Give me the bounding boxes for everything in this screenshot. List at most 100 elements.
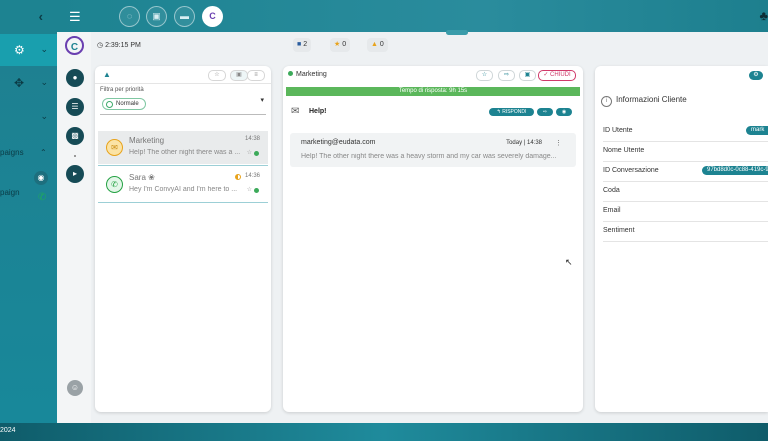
comments-count: 2 xyxy=(303,41,308,48)
warnings-badge[interactable]: ▲ 0 xyxy=(367,38,388,52)
sidebar-item-move[interactable]: ✥ ⌄ xyxy=(0,67,57,99)
chevron-left-icon[interactable]: ‹ xyxy=(39,9,43,24)
divider xyxy=(98,202,268,203)
headset-icon[interactable]: ◌ xyxy=(119,6,140,27)
sidebar-item-active[interactable]: ⚙ ⌄ xyxy=(0,34,57,66)
field-label: Sentiment xyxy=(603,227,635,234)
field-label: ID Utente xyxy=(603,127,633,134)
field-row: ID Utente mark xyxy=(603,121,768,142)
field-row: Coda xyxy=(603,181,768,202)
list-icon[interactable]: ☰ xyxy=(66,98,84,116)
sidebar-campaign-item[interactable]: paign xyxy=(0,188,20,197)
globe-settings-icon: ⚙ xyxy=(14,43,25,57)
reply-button[interactable]: ↰ RISPONDI xyxy=(489,108,534,116)
field-label: ID Conversazione xyxy=(603,167,659,174)
conversation-list-panel: ▲ ☆ ▣ ≡ Filtra per priorità Normale ▾ ✉ … xyxy=(95,66,271,412)
document-icon[interactable]: ▣ xyxy=(146,6,167,27)
envelope-icon: ✉ xyxy=(291,106,300,117)
list-item[interactable]: ✉ Marketing 14:38 Help! The other night … xyxy=(98,131,268,164)
response-time-bar: Tempo di risposta: 9h 15s xyxy=(286,87,580,96)
message-card[interactable]: marketing@eudata.com Today | 14:38 ⋮ Hel… xyxy=(290,133,576,167)
settings-icon[interactable]: ⚙ xyxy=(749,71,763,80)
chevron-down-icon: ⌄ xyxy=(40,77,48,87)
bell-icon[interactable]: ♣ xyxy=(759,8,768,23)
mouse-cursor-icon: ↖ xyxy=(565,257,573,267)
dropdown-arrow-icon[interactable]: ▾ xyxy=(260,96,264,104)
chevron-down-icon: ⌄ xyxy=(40,44,48,54)
star-icon[interactable]: ☆ xyxy=(476,70,493,81)
email-channel-icon: ✉ xyxy=(106,139,123,156)
conversation-name: Sara ❀ xyxy=(129,173,155,182)
online-status-dot xyxy=(254,188,259,193)
comments-badge[interactable]: ■ 2 xyxy=(293,38,312,52)
conversation-name: Marketing xyxy=(129,136,165,145)
app-sidebar: ‹ ⚙ ⌄ ✥ ⌄ ⌄ paigns ⌃ ◉ paign ✆ xyxy=(0,0,57,423)
priority-filter-label: Filtra per priorità xyxy=(100,87,144,93)
customer-info-title: i Informazioni Cliente xyxy=(601,95,687,107)
view-icon[interactable]: ◉ xyxy=(34,171,48,185)
list-header: ▲ ☆ ▣ ≡ xyxy=(95,66,271,84)
star-icon[interactable]: ☆ xyxy=(247,186,252,193)
conversation-header: Marketing ☆ ⇨ ▣ ✓ CHIUDI xyxy=(283,66,583,83)
chevron-up-icon[interactable]: ⌃ xyxy=(40,148,47,157)
dashboard-icon[interactable]: ▬ xyxy=(174,6,195,27)
divider xyxy=(100,114,266,115)
sidebar-item-collapsed[interactable]: ⌄ xyxy=(0,101,57,133)
clock-icon: ◷ xyxy=(97,42,104,49)
taskbar-year: 2024 xyxy=(0,427,16,434)
app-logo-icon[interactable]: C xyxy=(202,6,223,27)
user-settings-icon[interactable]: ☺ xyxy=(67,380,83,396)
hamburger-icon[interactable]: ☰ xyxy=(69,9,81,25)
divider xyxy=(98,165,268,166)
chevron-down-icon: ⌄ xyxy=(40,111,48,121)
list-item[interactable]: ✆ Sara ❀ 14:36 Hey I'm ConvyAI and I'm h… xyxy=(98,168,268,201)
conversation-panel: Marketing ☆ ⇨ ▣ ✓ CHIUDI Tempo di rispos… xyxy=(283,66,583,412)
megaphone-icon[interactable]: ▸ xyxy=(66,165,84,183)
sidebar-header: ‹ xyxy=(0,0,57,34)
conversation-status: Marketing xyxy=(288,71,327,78)
online-status-dot xyxy=(254,151,259,156)
top-header: ☰ ◌ ▣ ▬ C ♣ xyxy=(57,0,768,35)
chart-icon[interactable]: ▩ xyxy=(66,127,84,145)
phone-icon[interactable]: ✆ xyxy=(38,192,46,203)
more-options-icon[interactable]: ⋮ xyxy=(555,139,562,147)
customer-info-title-text: Informazioni Cliente xyxy=(616,95,687,104)
field-row: Nome Utente xyxy=(603,141,768,162)
field-value[interactable]: mark xyxy=(746,126,768,135)
chat-icon[interactable]: ● xyxy=(66,69,84,87)
sidebar-campaigns-label[interactable]: paigns xyxy=(0,148,24,157)
field-row: Sentiment xyxy=(603,221,768,242)
whatsapp-channel-icon: ✆ xyxy=(106,176,123,193)
warnings-count: 0 xyxy=(379,41,384,48)
conversation-time: 14:38 xyxy=(244,136,260,142)
field-row: ID Conversazione 97bd8d0c-0c88-419c-9 xyxy=(603,161,768,182)
filter-icon[interactable]: ▲ xyxy=(103,70,111,79)
preview-icon[interactable]: ◉ xyxy=(556,108,572,116)
conversation-time: 14:36 xyxy=(244,173,260,179)
conversation-preview: Help! The other night there was a ... xyxy=(129,149,241,156)
favorites-toggle[interactable]: ☆ xyxy=(208,70,226,81)
stars-count: 0 xyxy=(342,41,347,48)
clock-time: 2:39:15 PM xyxy=(105,42,141,49)
transfer-icon[interactable]: ⇨ xyxy=(498,70,515,81)
drag-handle[interactable] xyxy=(446,30,468,35)
copy-icon[interactable]: ▣ xyxy=(519,70,536,81)
field-label: Email xyxy=(603,207,621,214)
divider-dot xyxy=(74,155,76,157)
forward-icon[interactable]: ⇨ xyxy=(537,108,553,116)
message-date: Today | 14:38 xyxy=(506,140,542,146)
brand-logo-icon: C xyxy=(65,36,84,55)
stars-badge[interactable]: ★ 0 xyxy=(330,38,351,52)
clock: ◷ 2:39:15 PM xyxy=(97,41,141,49)
field-value[interactable]: 97bd8d0c-0c88-419c-9 xyxy=(702,166,768,175)
priority-chip[interactable]: Normale xyxy=(102,98,146,110)
view-toggle[interactable]: ▣ xyxy=(230,70,248,81)
field-label: Coda xyxy=(603,187,620,194)
customer-info-panel: ⚙ i Informazioni Cliente ID Utente mark N… xyxy=(595,66,768,412)
close-conversation-button[interactable]: ✓ CHIUDI xyxy=(538,70,576,81)
conversation-preview: Hey I'm ConvyAI and I'm here to ... xyxy=(129,186,238,193)
star-icon[interactable]: ☆ xyxy=(247,149,252,156)
list-toggle[interactable]: ≡ xyxy=(247,70,265,81)
star-icon: ★ xyxy=(334,41,341,48)
conversation-subject: Help! xyxy=(309,108,327,115)
